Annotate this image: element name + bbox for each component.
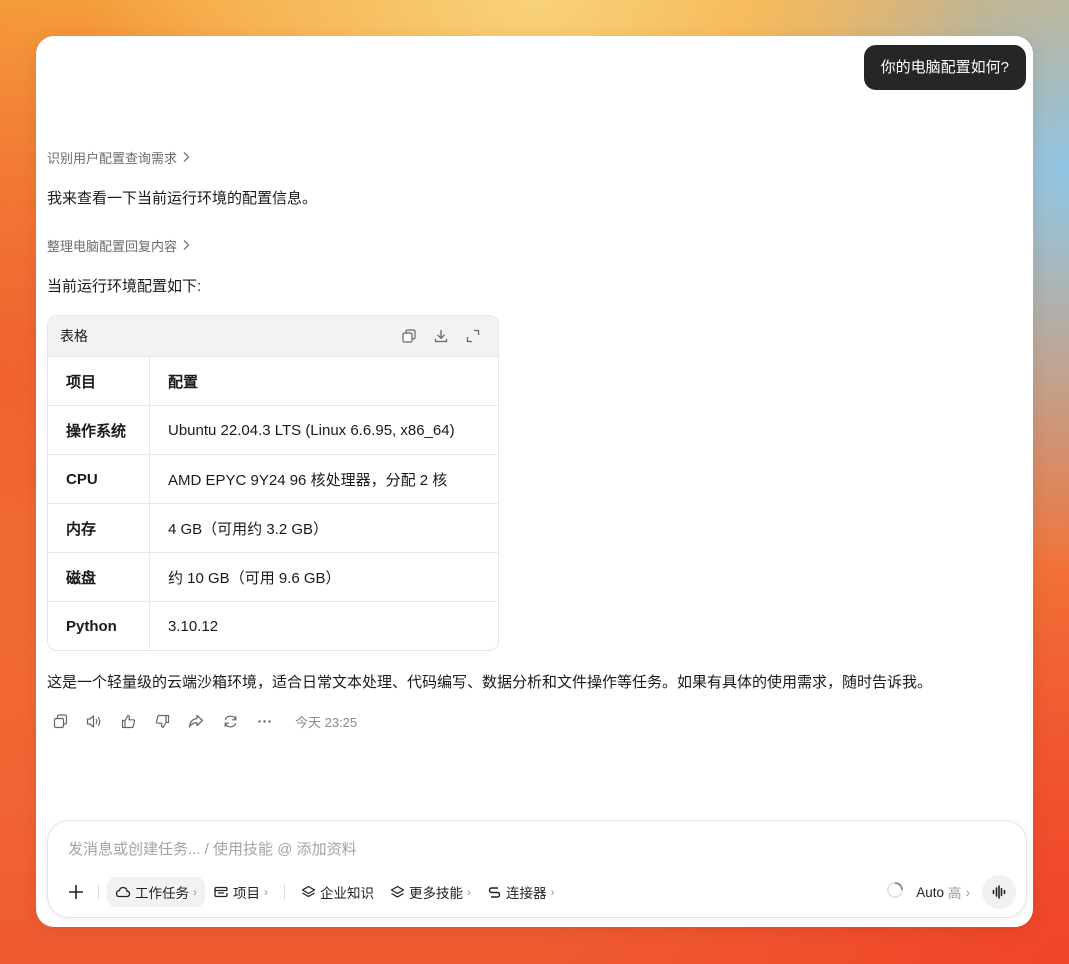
chip-label: 更多技能	[409, 886, 463, 901]
model-level: 高	[948, 886, 962, 901]
skills-icon	[390, 885, 405, 898]
thumbs-down-icon[interactable]	[153, 713, 171, 731]
thumbs-up-icon[interactable]	[119, 713, 137, 731]
composer-placeholder[interactable]: 发消息或创建任务... / 使用技能 @ 添加资料	[68, 838, 357, 859]
copy-icon[interactable]	[400, 327, 418, 345]
divider	[284, 884, 285, 900]
thought-label: 整理电脑配置回复内容	[47, 239, 178, 254]
chevron-right-icon: ›	[965, 884, 971, 900]
folder-icon	[214, 886, 228, 898]
connector-icon	[488, 886, 501, 898]
copy-icon[interactable]	[51, 713, 69, 731]
divider	[98, 884, 99, 900]
thought-toggle-2[interactable]: 整理电脑配置回复内容	[47, 236, 191, 255]
table-cell-key: CPU	[48, 454, 150, 504]
table-row: 操作系统 Ubuntu 22.04.3 LTS (Linux 6.6.95, x…	[48, 405, 498, 455]
enterprise-knowledge-chip[interactable]: 企业知识	[293, 877, 382, 907]
config-table: 项目 配置 操作系统 Ubuntu 22.04.3 LTS (Linux 6.6…	[48, 357, 498, 650]
expand-icon[interactable]	[464, 327, 482, 345]
table-header-bar: 表格	[48, 316, 498, 357]
table-title: 表格	[60, 328, 88, 344]
chevron-right-icon	[181, 238, 191, 254]
waveform-icon	[992, 885, 1006, 899]
loading-spinner-icon	[886, 881, 904, 904]
table-header-row: 项目 配置	[48, 357, 498, 406]
user-message-bubble: 你的电脑配置如何?	[863, 45, 1026, 90]
assistant-summary: 这是一个轻量级的云端沙箱环境，适合日常文本处理、代码编写、数据分析和文件操作等任…	[47, 674, 933, 691]
message-composer[interactable]: 发消息或创建任务... / 使用技能 @ 添加资料 工作任务 › 项目 › 企业…	[47, 820, 1027, 918]
column-header: 项目	[48, 357, 150, 406]
work-task-chip[interactable]: 工作任务 ›	[107, 877, 205, 907]
table-row: CPU AMD EPYC 9Y24 96 核处理器，分配 2 核	[48, 454, 498, 504]
chip-label: 工作任务	[135, 886, 189, 901]
table-cell-key: Python	[48, 601, 150, 650]
chevron-right-icon: ›	[264, 885, 268, 899]
regenerate-icon[interactable]	[221, 713, 239, 731]
table-cell-value: Ubuntu 22.04.3 LTS (Linux 6.6.95, x86_64…	[149, 405, 498, 455]
chevron-right-icon	[181, 150, 191, 166]
table-cell-key: 内存	[48, 503, 150, 553]
project-chip[interactable]: 项目 ›	[205, 877, 276, 907]
connectors-chip[interactable]: 连接器 ›	[479, 877, 563, 907]
config-table-card: 表格 项目 配置 操作系统 Ubuntu 22.04.3 LTS (Linux …	[47, 315, 499, 651]
column-header: 配置	[149, 357, 498, 406]
chip-label: 项目	[233, 886, 260, 901]
download-icon[interactable]	[432, 327, 450, 345]
table-cell-value: AMD EPYC 9Y24 96 核处理器，分配 2 核	[149, 454, 498, 504]
more-icon[interactable]	[255, 713, 273, 731]
more-skills-chip[interactable]: 更多技能 ›	[382, 877, 479, 907]
share-icon[interactable]	[187, 713, 205, 731]
composer-toolbar: 工作任务 › 项目 › 企业知识 更多技能 › 连接器 › Auto 高 ›	[62, 875, 1016, 909]
chip-label: 企业知识	[320, 886, 374, 901]
message-actions: 今天 23:25	[51, 712, 357, 731]
chevron-right-icon: ›	[467, 885, 471, 899]
speaker-icon[interactable]	[85, 713, 103, 731]
table-cell-value: 3.10.12	[168, 617, 219, 635]
message-timestamp: 今天 23:25	[295, 715, 358, 730]
table-row: Python 3.10.12	[48, 601, 498, 650]
add-attachment-button[interactable]	[62, 878, 90, 906]
thought-label: 识别用户配置查询需求	[47, 151, 178, 166]
table-cell-key: 操作系统	[48, 405, 150, 455]
cloud-icon	[115, 886, 131, 898]
chevron-right-icon: ›	[550, 885, 555, 899]
table-cell-value: 4 GB（可用约 3.2 GB）	[149, 503, 498, 553]
table-cell-key: 磁盘	[48, 552, 150, 602]
table-cell-value: 约 10 GB（可用 9.6 GB）	[149, 552, 498, 602]
model-selector[interactable]: Auto 高 ›	[916, 882, 970, 902]
chevron-right-icon: ›	[193, 885, 197, 899]
voice-input-button[interactable]	[982, 875, 1016, 909]
composer-right-controls: Auto 高 ›	[886, 875, 1016, 909]
chat-window: 你的电脑配置如何? 识别用户配置查询需求 我来查看一下当前运行环境的配置信息。 …	[36, 36, 1033, 927]
assistant-text-1: 我来查看一下当前运行环境的配置信息。	[47, 190, 318, 207]
model-label: Auto	[916, 884, 944, 900]
table-row: 磁盘 约 10 GB（可用 9.6 GB）	[48, 552, 498, 602]
table-row: 内存 4 GB（可用约 3.2 GB）	[48, 503, 498, 553]
thought-toggle-1[interactable]: 识别用户配置查询需求	[47, 148, 191, 167]
layers-icon	[301, 885, 316, 897]
assistant-text-2: 当前运行环境配置如下:	[47, 278, 202, 295]
table-tools	[400, 327, 482, 345]
chip-label: 连接器	[506, 886, 547, 901]
